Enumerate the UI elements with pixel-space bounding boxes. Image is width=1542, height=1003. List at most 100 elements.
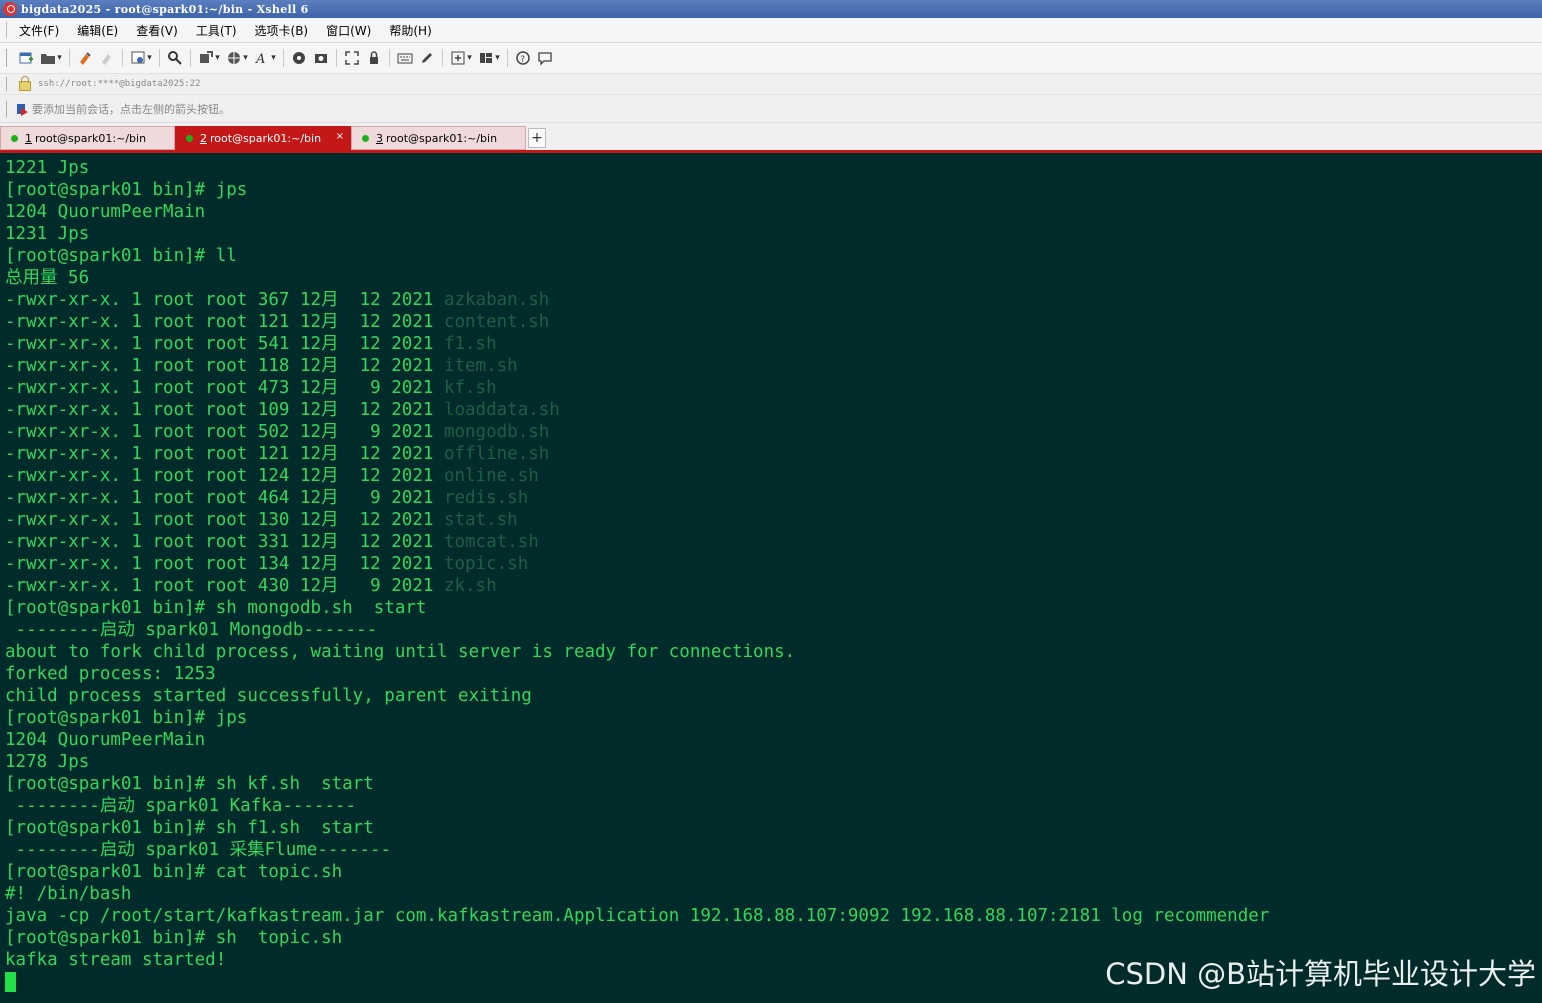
transfer-icon[interactable]: [197, 49, 221, 67]
connected-status-icon: [186, 134, 193, 142]
menu-tools[interactable]: 工具(T): [195, 20, 238, 41]
tab-session-1[interactable]: 1 root@spark01:~/bin: [0, 126, 175, 150]
terminal-line-text: -rwxr-xr-x. 1 root root 109 12月 12 2021: [5, 400, 444, 420]
tab-label: root@spark01:~/bin: [210, 131, 322, 145]
tab-bar: 1 root@spark01:~/bin 2 root@spark01:~/bi…: [0, 126, 1542, 153]
tab-session-3[interactable]: 3 root@spark01:~/bin: [351, 126, 526, 150]
title-bar: bigdata2025 - root@spark01:~/bin - Xshel…: [0, 0, 1542, 18]
terminal-line-text: about to fork child process, waiting unt…: [5, 642, 796, 662]
toolbar-separator: [283, 49, 284, 67]
terminal-line: -rwxr-xr-x. 1 root root 134 12月 12 2021 …: [5, 553, 1269, 575]
terminal-line-text: [root@spark01 bin]# sh mongodb.sh start: [5, 598, 427, 618]
terminal-line-text: kafka stream started!: [5, 950, 227, 970]
new-session-icon[interactable]: [17, 49, 35, 67]
menu-edit[interactable]: 编辑(E): [76, 20, 119, 41]
keyboard-icon[interactable]: [396, 49, 414, 67]
terminal-line: [root@spark01 bin]# sh topic.sh: [5, 927, 1269, 949]
terminal-output: 1221 Jps [root@spark01 bin]# jps 1204 Quor…: [5, 157, 1269, 993]
terminal-line: #! /bin/bash: [5, 883, 1269, 905]
menu-bar: 文件(F) 编辑(E) 查看(V) 工具(T) 选项卡(B) 窗口(W) 帮助(…: [0, 18, 1542, 43]
terminal-line-text: [root@spark01 bin]# sh f1.sh start: [5, 818, 374, 838]
layout-icon[interactable]: [477, 49, 501, 67]
terminal-line-text: -rwxr-xr-x. 1 root root 130 12月 12 2021: [5, 510, 444, 530]
menu-view[interactable]: 查看(V): [135, 20, 179, 41]
add-session-arrow-icon[interactable]: [17, 103, 28, 116]
help-icon[interactable]: ?: [514, 49, 532, 67]
xftp-icon[interactable]: [290, 49, 308, 67]
add-tab-button[interactable]: +: [528, 128, 546, 148]
session-tip-text: 要添加当前会话，点击左侧的箭头按钮。: [32, 103, 230, 116]
open-folder-icon[interactable]: [39, 49, 63, 67]
terminal-line-text: 1221 Jps: [5, 158, 90, 178]
terminal-line: about to fork child process, waiting unt…: [5, 641, 1269, 663]
terminal-line-text: -rwxr-xr-x. 1 root root 367 12月 12 2021: [5, 290, 444, 310]
terminal-line-text: -rwxr-xr-x. 1 root root 124 12月 12 2021: [5, 466, 444, 486]
lock-icon: [19, 76, 31, 91]
new-tab-icon[interactable]: [449, 49, 473, 67]
highlight-icon[interactable]: [418, 49, 436, 67]
file-name: kf.sh: [443, 378, 497, 398]
toolbar-separator: [122, 49, 123, 67]
terminal-line: -rwxr-xr-x. 1 root root 464 12月 9 2021 r…: [5, 487, 1269, 509]
terminal-line: [root@spark01 bin]# sh mongodb.sh start: [5, 597, 1269, 619]
tab-session-2[interactable]: 2 root@spark01:~/bin ×: [175, 126, 351, 150]
terminal-line: -rwxr-xr-x. 1 root root 109 12月 12 2021 …: [5, 399, 1269, 421]
terminal-line: -rwxr-xr-x. 1 root root 473 12月 9 2021 k…: [5, 377, 1269, 399]
terminal-line: [root@spark01 bin]# sh f1.sh start: [5, 817, 1269, 839]
file-name: content.sh: [443, 312, 550, 332]
disconnect-icon[interactable]: [98, 49, 116, 67]
file-name: redis.sh: [443, 488, 529, 508]
connected-status-icon: [11, 134, 18, 142]
terminal-line: [root@spark01 bin]# cat topic.sh: [5, 861, 1269, 883]
terminal-prompt-line: [5, 971, 1269, 993]
watermark: CSDN @B站计算机毕业设计大学: [1105, 957, 1536, 991]
terminal-line-text: 1278 Jps: [5, 752, 90, 772]
terminal-line: -rwxr-xr-x. 1 root root 331 12月 12 2021 …: [5, 531, 1269, 553]
menu-help[interactable]: 帮助(H): [388, 20, 432, 41]
properties-icon[interactable]: [129, 49, 153, 67]
terminal-line: -rwxr-xr-x. 1 root root 541 12月 12 2021 …: [5, 333, 1269, 355]
terminal-line-text: -rwxr-xr-x. 1 root root 541 12月 12 2021: [5, 334, 444, 354]
terminal-line-text: -rwxr-xr-x. 1 root root 464 12月 9 2021: [5, 488, 444, 508]
reconnect-icon[interactable]: [76, 49, 94, 67]
terminal-line-text: 1204 QuorumPeerMain: [5, 202, 206, 222]
globe-icon[interactable]: [225, 49, 249, 67]
session-tip-bar: 要添加当前会话，点击左侧的箭头按钮。: [0, 96, 1542, 123]
terminal-line-text: -rwxr-xr-x. 1 root root 134 12月 12 2021: [5, 554, 444, 574]
terminal-line-text: [root@spark01 bin]# jps: [5, 708, 248, 728]
screenshot-icon[interactable]: [312, 49, 330, 67]
terminal-line-text: 1204 QuorumPeerMain: [5, 730, 206, 750]
terminal-line: java -cp /root/start/kafkastream.jar com…: [5, 905, 1269, 927]
file-name: azkaban.sh: [443, 290, 550, 310]
menu-window[interactable]: 窗口(W): [325, 20, 372, 41]
find-icon[interactable]: [166, 49, 184, 67]
font-icon[interactable]: A: [253, 49, 277, 67]
tab-label: root@spark01:~/bin: [386, 131, 498, 145]
tab-close-icon[interactable]: ×: [336, 131, 344, 142]
address-field[interactable]: ssh://root:****@bigdata2025:22: [38, 79, 201, 89]
lock-toolbar-icon[interactable]: [365, 49, 383, 67]
toolbar-separator: [389, 49, 390, 67]
terminal-line: -rwxr-xr-x. 1 root root 124 12月 12 2021 …: [5, 465, 1269, 487]
terminal-line-text: [root@spark01 bin]# jps: [5, 180, 248, 200]
terminal-line: -rwxr-xr-x. 1 root root 118 12月 12 2021 …: [5, 355, 1269, 377]
terminal-line: child process started successfully, pare…: [5, 685, 1269, 707]
file-name: tomcat.sh: [443, 532, 539, 552]
terminal-line-text: 总用量 56: [5, 268, 90, 288]
fullscreen-icon[interactable]: [343, 49, 361, 67]
terminal-line-text: -rwxr-xr-x. 1 root root 473 12月 9 2021: [5, 378, 444, 398]
toolbar: A ?: [0, 43, 1542, 74]
file-name: f1.sh: [443, 334, 497, 354]
file-name: mongodb.sh: [443, 422, 550, 442]
terminal-line: [root@spark01 bin]# jps: [5, 707, 1269, 729]
chat-icon[interactable]: [536, 49, 554, 67]
toolbar-separator: [507, 49, 508, 67]
terminal-line-text: --------启动 spark01 采集Flume-------: [5, 840, 392, 860]
tab-number: 1: [25, 131, 32, 145]
terminal-area[interactable]: 1221 Jps [root@spark01 bin]# jps 1204 Quor…: [0, 153, 1542, 1003]
terminal-line-text: -rwxr-xr-x. 1 root root 430 12月 9 2021: [5, 576, 444, 596]
menu-file[interactable]: 文件(F): [18, 20, 60, 41]
menu-grip: [6, 22, 10, 38]
menu-tab[interactable]: 选项卡(B): [254, 20, 310, 41]
xshell-app-icon[interactable]: [3, 2, 17, 16]
